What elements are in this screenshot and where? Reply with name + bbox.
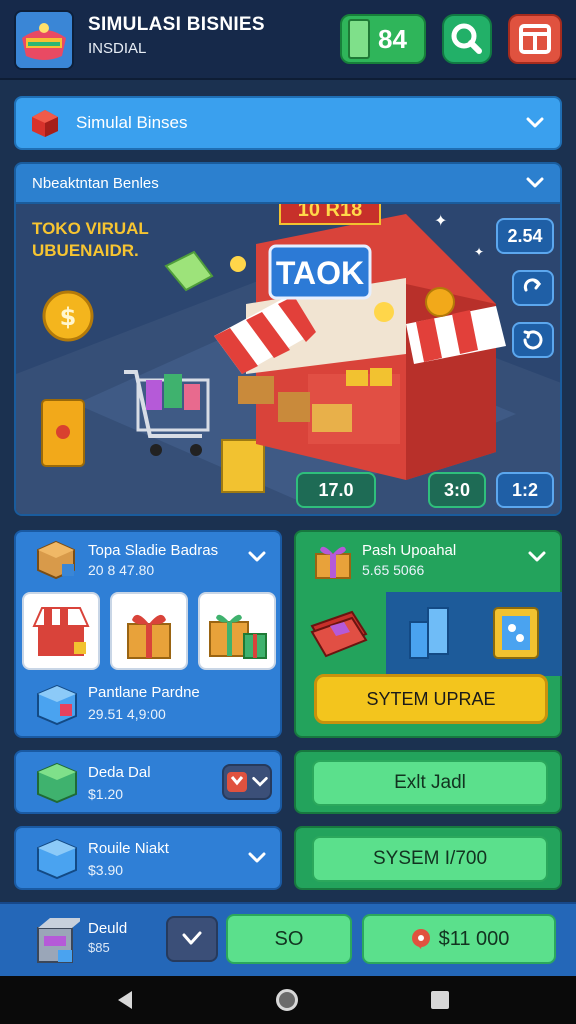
- deal-panel-sub: $1.20: [88, 786, 124, 802]
- chevron-down-icon[interactable]: [246, 847, 268, 869]
- tablet-upgrade-icon[interactable]: [488, 602, 544, 664]
- simulation-dropdown-label: Simulal Binses: [76, 113, 188, 132]
- stat-badge-a[interactable]: 17.0: [296, 472, 376, 508]
- history-icon: [523, 330, 543, 350]
- so-button[interactable]: SO: [226, 914, 352, 964]
- bottom-title: Deuld: [88, 920, 128, 937]
- deal-panel[interactable]: Deda Dal $1.20: [14, 750, 282, 814]
- recents-icon[interactable]: [431, 991, 449, 1009]
- search-icon: [451, 23, 482, 54]
- simulation-dropdown[interactable]: Simulal Binses: [14, 96, 562, 150]
- deal-panel-title: Deda Dal: [88, 764, 151, 781]
- store-scene[interactable]: $ TAOK 10 R18 ✦ ✦ TOKO VIRUAL UBUENAIDR.…: [14, 204, 562, 516]
- box-icon: [37, 540, 75, 580]
- package-icon: [37, 684, 77, 726]
- app-title: SIMULASI BISNIES: [88, 14, 265, 35]
- upgrade-panel-sub: 5.65 5066: [362, 562, 425, 578]
- exit-panel: Exlt Jadl: [294, 750, 562, 814]
- bottom-sub: $85: [88, 940, 110, 955]
- section-dropdown[interactable]: Nbeaktntan Benles: [14, 162, 562, 204]
- shop-item-gift-set[interactable]: [198, 592, 276, 670]
- menu-button[interactable]: [508, 14, 562, 64]
- time-badge[interactable]: 2.54: [496, 218, 554, 254]
- money-value: 84: [378, 23, 407, 54]
- shop-item-storefront[interactable]: [22, 592, 100, 670]
- chat-coin-icon: [411, 929, 430, 949]
- history-button[interactable]: [512, 322, 554, 358]
- svg-text:✦: ✦: [474, 245, 484, 259]
- section-dropdown-label: Nbeaktntan Benles: [32, 174, 159, 192]
- check-icon: [182, 931, 202, 945]
- confirm-button[interactable]: [166, 916, 218, 962]
- shop-item-sub: 29.51 4,9:00: [88, 706, 166, 722]
- heart-icon: [227, 772, 247, 792]
- buy-button[interactable]: $11 000: [362, 914, 556, 964]
- stat-badge-c[interactable]: 1:2: [496, 472, 554, 508]
- money-button[interactable]: 84: [340, 14, 426, 64]
- cycle-button[interactable]: [512, 270, 554, 306]
- svg-text:✦: ✦: [434, 211, 447, 230]
- card-stack-icon[interactable]: [306, 604, 372, 664]
- market-panel-sub: $3.90: [88, 862, 124, 878]
- gift-icon: [127, 614, 171, 659]
- shop-item-gift[interactable]: [110, 592, 188, 670]
- chevron-down-icon[interactable]: [526, 546, 548, 568]
- deal-toggle[interactable]: [222, 764, 272, 800]
- shop-panel-title: Topa Sladie Badras: [88, 542, 219, 559]
- gift-box-icon: [315, 546, 351, 579]
- storefront-icon: [32, 607, 90, 656]
- bottom-bar: Deuld $85 SO $11 000: [0, 902, 576, 976]
- shop-sign-text: TAOK: [276, 255, 364, 291]
- svg-text:$: $: [60, 303, 77, 331]
- top-header: SIMULASI BISNIES INSDIAL 84: [0, 0, 576, 80]
- exit-button[interactable]: Exlt Jadl: [312, 760, 548, 806]
- market-panel[interactable]: Rouile Niakt $3.90: [14, 826, 282, 890]
- app-subtitle: INSDIAL: [88, 40, 147, 57]
- blue-box-icon: [37, 838, 77, 880]
- market-panel-title: Rouile Niakt: [88, 840, 169, 857]
- chevron-down-icon: [526, 117, 544, 128]
- cash-icon: [348, 19, 370, 59]
- green-box-icon: [37, 762, 77, 804]
- register-icon: [37, 918, 80, 963]
- roof-sign-text: 10 R18: [298, 204, 363, 221]
- chevron-down-icon: [252, 777, 268, 787]
- buy-button-label: $11 000: [438, 927, 510, 950]
- chevron-down-icon[interactable]: [246, 546, 268, 568]
- search-button[interactable]: [442, 14, 492, 64]
- gift-set-icon: [209, 614, 267, 659]
- shop-item-title: Pantlane Pardne: [88, 684, 200, 701]
- home-icon[interactable]: [276, 989, 298, 1011]
- system-panel: SYSEM I/700: [294, 826, 562, 890]
- upgrade-panel[interactable]: Pash Upoahal 5.65 5066 SYTEM UPRAE: [294, 530, 562, 738]
- back-icon[interactable]: [118, 991, 132, 1009]
- app-logo[interactable]: [14, 10, 74, 70]
- coin-icon: $: [42, 290, 94, 342]
- upgrade-panel-title: Pash Upoahal: [362, 542, 457, 559]
- phone-upgrade-icon[interactable]: [400, 602, 456, 664]
- shop-panel-sub: 20 8 47.80: [88, 562, 155, 578]
- stat-badge-b[interactable]: 3:0: [428, 472, 486, 508]
- cube-icon: [32, 110, 58, 137]
- system-nav-bar: [0, 976, 576, 1024]
- menu-icon: [519, 24, 551, 54]
- scene-title: TOKO VIRUAL UBUENAIDR.: [32, 219, 149, 260]
- refresh-icon: [523, 278, 542, 292]
- shop-panel[interactable]: Topa Sladie Badras 20 8 47.80 Pantlane P…: [14, 530, 282, 738]
- system-button[interactable]: SYSEM I/700: [312, 836, 548, 882]
- chevron-down-icon: [526, 177, 544, 188]
- system-upgrade-button[interactable]: SYTEM UPRAE: [314, 674, 548, 724]
